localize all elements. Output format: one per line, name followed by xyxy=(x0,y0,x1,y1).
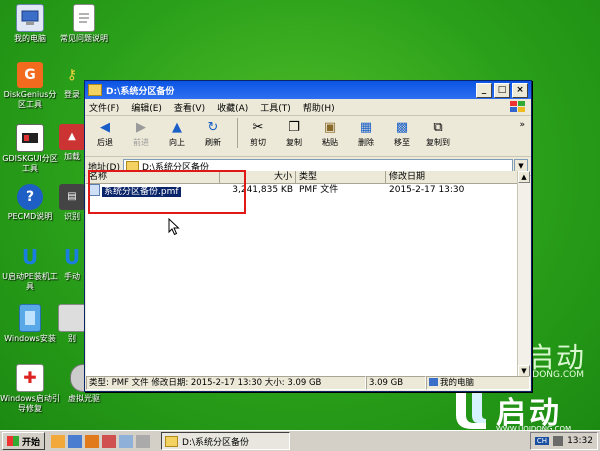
quicklaunch-icon-1[interactable] xyxy=(51,434,66,448)
file-type: PMF 文件 xyxy=(299,185,339,195)
identify-icon: ▤ xyxy=(59,184,85,210)
column-type[interactable]: 类型 xyxy=(296,171,386,183)
close-button[interactable]: × xyxy=(512,82,528,98)
paste-icon: ▣ xyxy=(323,119,337,135)
generic-app-icon xyxy=(58,304,86,332)
menu-tools[interactable]: 工具(T) xyxy=(260,101,291,114)
taskbar-item-explorer[interactable]: D:\系统分区备份 xyxy=(161,432,291,450)
delete-icon: ▦ xyxy=(359,119,373,135)
folder-icon xyxy=(165,435,179,447)
menu-help[interactable]: 帮助(H) xyxy=(303,101,335,114)
status-location: 我的电脑 xyxy=(426,376,530,390)
menu-view[interactable]: 查看(V) xyxy=(174,101,205,114)
taskbar: 开始 D:\系统分区备份 CH 13:32 xyxy=(0,430,600,451)
quicklaunch-icon-3[interactable] xyxy=(85,434,100,448)
copy-button[interactable]: ❐ 复制 xyxy=(278,118,310,148)
menu-favorites[interactable]: 收藏(A) xyxy=(217,101,248,114)
window-title: D:\系统分区备份 xyxy=(106,86,175,97)
maximize-button[interactable]: □ xyxy=(494,82,510,98)
desktop-icon-faq[interactable]: 常见问题说明 xyxy=(54,4,114,44)
move-to-button[interactable]: ▩ 移至 xyxy=(386,118,418,148)
copy-to-button[interactable]: ⧉ 复制到 xyxy=(422,118,454,148)
vertical-scrollbar[interactable]: ▲ ▼ xyxy=(517,171,530,377)
up-button[interactable]: ▲ 向上 xyxy=(161,118,193,148)
u-installer-icon: U xyxy=(21,245,39,269)
document-icon xyxy=(73,4,95,32)
refresh-button[interactable]: ↻ 刷新 xyxy=(197,118,229,148)
desktop-icon-my-computer[interactable]: 我的电脑 xyxy=(0,4,60,44)
desktop-icon-pecmd[interactable]: ? PECMD说明 xyxy=(0,184,60,222)
toolbar-separator xyxy=(237,118,238,148)
quicklaunch-icon-5[interactable] xyxy=(119,434,134,448)
forward-button[interactable]: ▶ 前进 xyxy=(125,118,157,148)
desktop-icon-windows-install[interactable]: Windows安装 xyxy=(0,304,60,344)
refresh-icon: ↻ xyxy=(207,119,219,135)
start-button[interactable]: 开始 xyxy=(2,432,46,450)
menu-edit[interactable]: 编辑(E) xyxy=(131,101,162,114)
status-info: 类型: PMF 文件 修改日期: 2015-2-17 13:30 大小: 3.0… xyxy=(86,376,366,390)
up-arrow-icon: ▲ xyxy=(172,119,182,135)
copy-icon: ❐ xyxy=(288,119,300,135)
copy-to-icon: ⧉ xyxy=(433,119,443,135)
start-logo-icon xyxy=(7,436,19,446)
system-tray: CH 13:32 xyxy=(529,432,598,450)
windows-logo-icon xyxy=(510,101,525,112)
back-button[interactable]: ◀ 后退 xyxy=(89,118,121,148)
gdiskgui-icon xyxy=(16,124,44,152)
minimize-button[interactable]: _ xyxy=(476,82,492,98)
quicklaunch-icon-2[interactable] xyxy=(68,434,83,448)
forward-arrow-icon: ▶ xyxy=(136,119,146,135)
clock: 13:32 xyxy=(567,436,593,446)
column-modified[interactable]: 修改日期 xyxy=(386,171,518,183)
scroll-up-button[interactable]: ▲ xyxy=(518,171,530,183)
first-aid-icon: ✚ xyxy=(16,364,44,392)
computer-icon xyxy=(429,378,438,386)
status-size: 3.09 GB xyxy=(366,376,426,390)
ime-indicator[interactable]: CH xyxy=(534,437,550,445)
quicklaunch-icon-6[interactable] xyxy=(136,434,151,448)
menu-bar: 文件(F) 编辑(E) 查看(V) 收藏(A) 工具(T) 帮助(H) xyxy=(85,99,531,116)
delete-button[interactable]: ▦ 删除 xyxy=(350,118,382,148)
desktop-icon-uqidong-installer[interactable]: U U启动PE装机工具 xyxy=(0,244,60,292)
explorer-window[interactable]: D:\系统分区备份 _ □ × 文件(F) 编辑(E) 查看(V) 收藏(A) … xyxy=(84,80,532,392)
key-icon: ⚷ xyxy=(66,67,78,83)
manual-icon: U xyxy=(63,245,81,269)
computer-icon xyxy=(16,4,44,32)
menu-file[interactable]: 文件(F) xyxy=(89,101,119,114)
quicklaunch-icon-4[interactable] xyxy=(102,434,117,448)
diskgenius-icon: G xyxy=(17,62,43,88)
mouse-cursor-icon xyxy=(168,218,180,236)
folder-icon xyxy=(88,84,102,96)
cut-icon: ✂ xyxy=(252,119,264,135)
load-icon: ▲ xyxy=(59,124,85,150)
file-modified: 2015-2-17 13:30 xyxy=(389,185,465,195)
toolbar: ◀ 后退 ▶ 前进 ▲ 向上 ↻ 刷新 ✂ 剪切 ❐ 复制 ▣ 粘贴 ▦ 删除 … xyxy=(85,116,531,157)
status-bar: 类型: PMF 文件 修改日期: 2015-2-17 13:30 大小: 3.0… xyxy=(86,376,530,390)
desktop-icon-diskgenius[interactable]: G DiskGenius分区工具 xyxy=(0,62,60,110)
desktop-icon-boot-repair[interactable]: ✚ Windows启动引导修复 xyxy=(0,364,60,414)
highlight-box xyxy=(88,170,246,214)
cut-button[interactable]: ✂ 剪切 xyxy=(242,118,274,148)
move-icon: ▩ xyxy=(395,119,409,135)
toolbar-overflow-icon[interactable]: » xyxy=(519,120,525,130)
paste-button[interactable]: ▣ 粘贴 xyxy=(314,118,346,148)
speaker-icon[interactable] xyxy=(553,436,564,446)
back-arrow-icon: ◀ xyxy=(100,119,110,135)
quick-launch xyxy=(51,434,153,448)
desktop-icon-gdiskgui[interactable]: GDISKGUI分区工具 xyxy=(0,124,60,174)
window-titlebar[interactable]: D:\系统分区备份 _ □ × xyxy=(85,81,531,99)
help-icon: ? xyxy=(17,184,43,210)
windows-install-icon xyxy=(19,304,41,332)
